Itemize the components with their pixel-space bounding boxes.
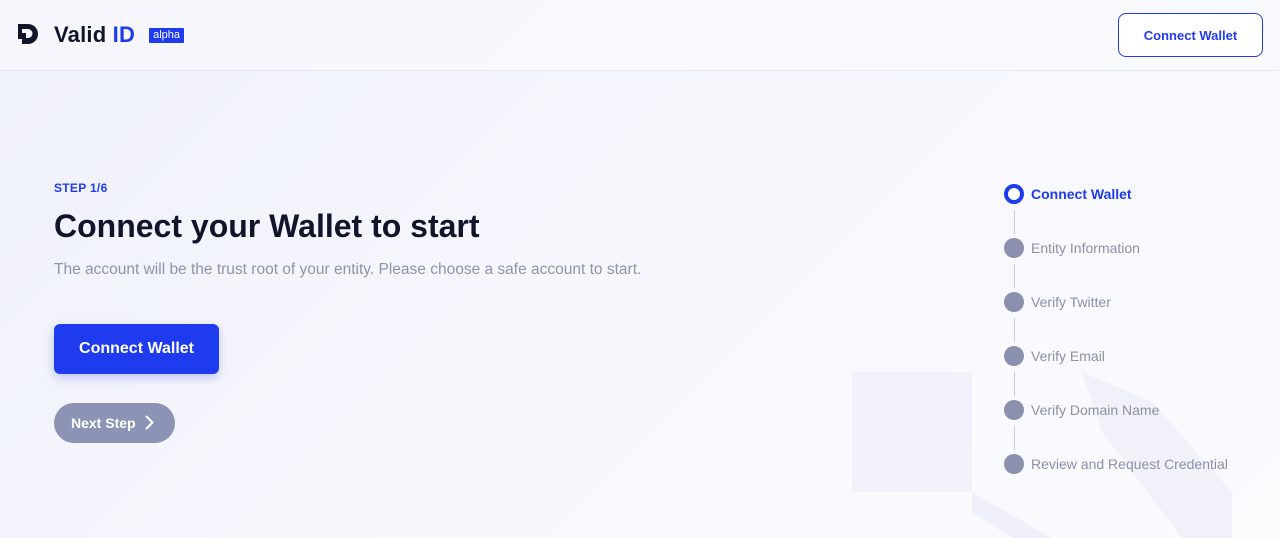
stepper-connector — [1014, 426, 1015, 450]
chevron-right-icon — [145, 415, 154, 430]
stepper-item-label: Verify Domain Name — [1031, 402, 1160, 418]
stepper-connector — [1014, 264, 1015, 288]
stepper-item-verify-email[interactable]: Verify Email — [1004, 345, 1105, 367]
stepper-item-label: Entity Information — [1031, 240, 1140, 256]
header-connect-wallet-button[interactable]: Connect Wallet — [1118, 13, 1263, 57]
logo[interactable]: Valid ID alpha — [18, 22, 184, 48]
page-subtitle: The account will be the trust root of yo… — [54, 261, 642, 278]
stepper-item-label: Review and Request Credential — [1031, 456, 1228, 472]
step-dot-icon — [1004, 400, 1024, 420]
stepper-item-verify-domain-name[interactable]: Verify Domain Name — [1004, 399, 1159, 421]
stepper-item-entity-information[interactable]: Entity Information — [1004, 237, 1140, 259]
stepper-item-label: Verify Twitter — [1031, 294, 1111, 310]
stepper-item-review-request[interactable]: Review and Request Credential — [1004, 453, 1228, 475]
stepper-connector — [1014, 318, 1015, 342]
stepper-item-label: Connect Wallet — [1031, 186, 1132, 202]
next-step-button[interactable]: Next Step — [54, 403, 175, 443]
step-active-dot-icon — [1004, 184, 1024, 204]
stepper-connector — [1014, 210, 1015, 234]
next-step-label: Next Step — [71, 415, 136, 431]
step-indicator: STEP 1/6 — [54, 181, 108, 195]
stepper-connector — [1014, 372, 1015, 396]
header-bar: Valid ID alpha Connect Wallet — [0, 0, 1280, 71]
alpha-badge: alpha — [149, 27, 184, 43]
connect-wallet-button[interactable]: Connect Wallet — [54, 324, 219, 374]
step-dot-icon — [1004, 346, 1024, 366]
step-dot-icon — [1004, 454, 1024, 474]
step-dot-icon — [1004, 238, 1024, 258]
page-title: Connect your Wallet to start — [54, 208, 480, 244]
logo-text: Valid ID — [54, 22, 136, 47]
step-dot-icon — [1004, 292, 1024, 312]
stepper-item-connect-wallet[interactable]: Connect Wallet — [1004, 183, 1132, 205]
logo-mark-icon — [18, 24, 38, 44]
stepper-item-label: Verify Email — [1031, 348, 1105, 364]
stepper-item-verify-twitter[interactable]: Verify Twitter — [1004, 291, 1111, 313]
